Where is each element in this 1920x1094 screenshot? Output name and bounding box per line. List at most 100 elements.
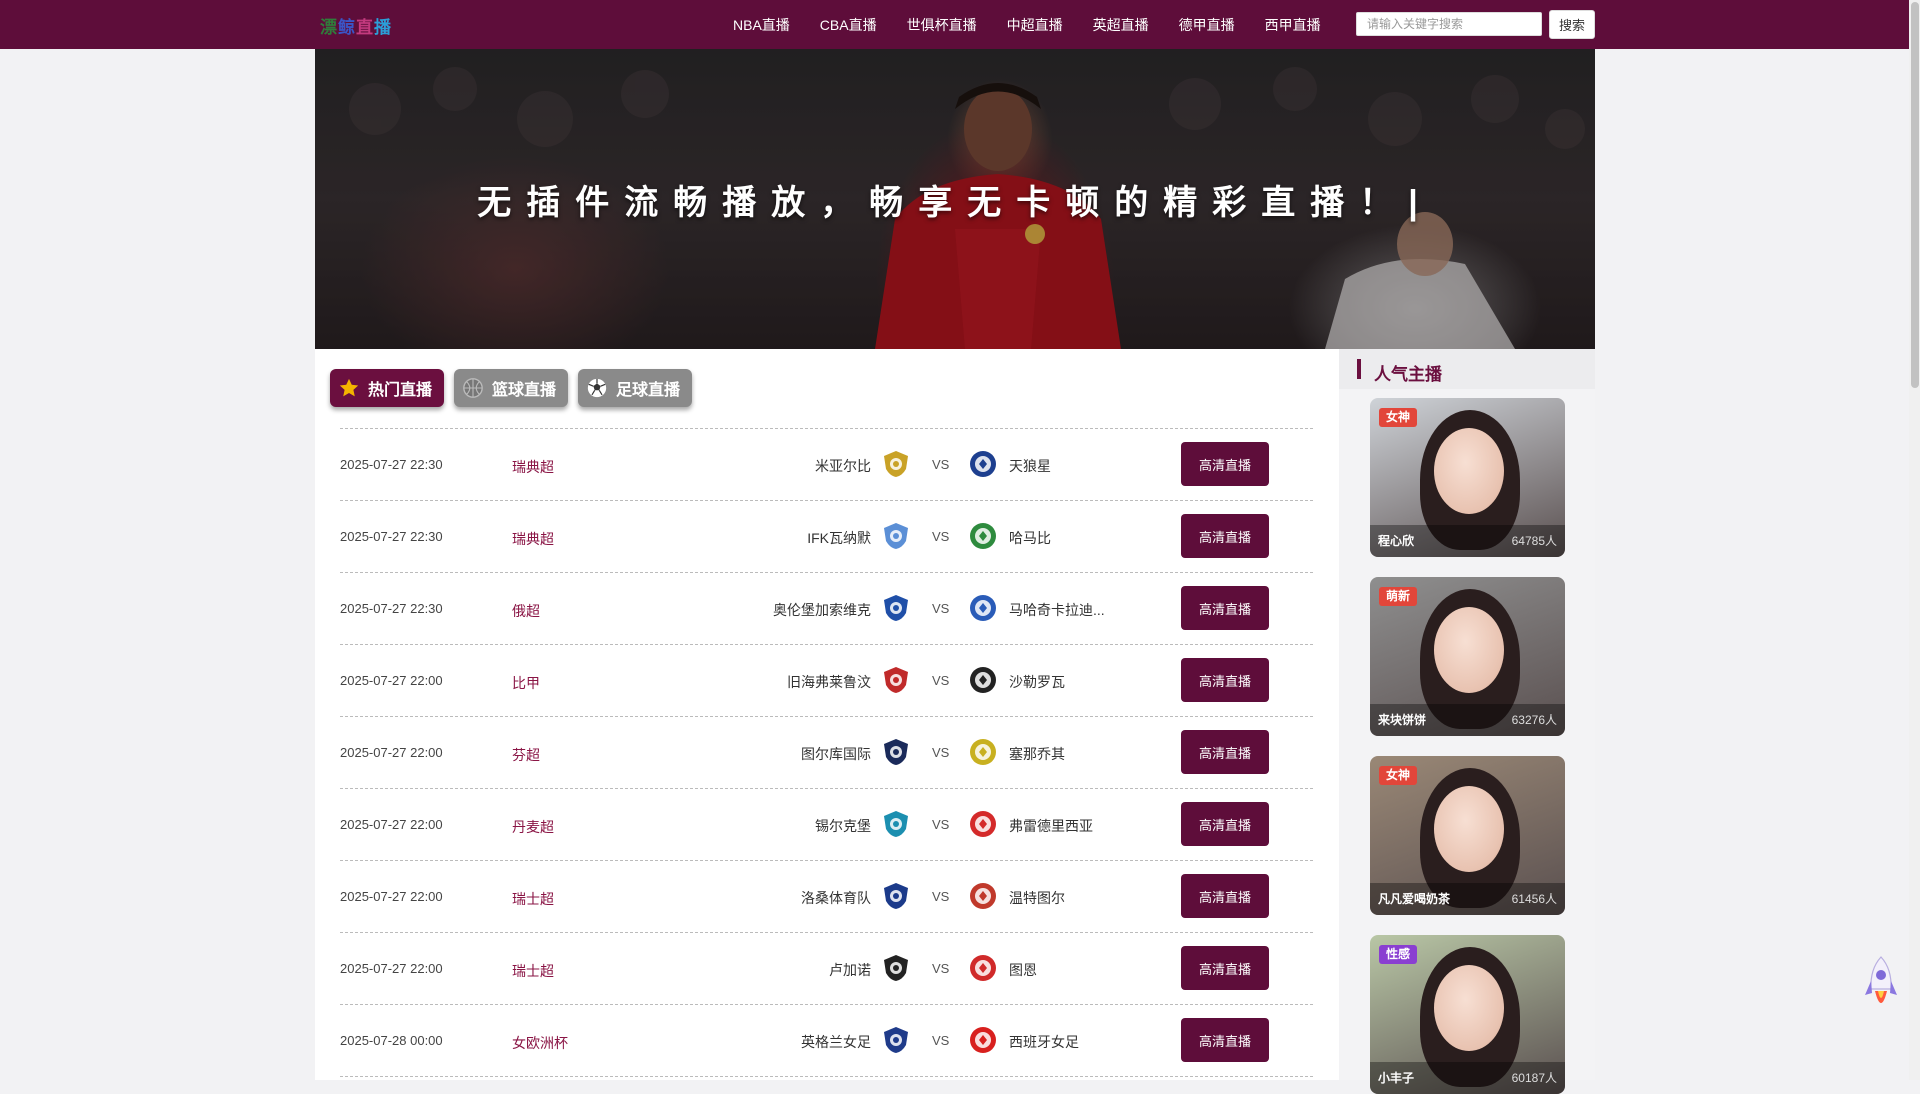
away-team-name: 马哈奇卡拉迪... [1009,602,1105,618]
soccer-ball-icon [586,377,608,399]
search-button[interactable]: 搜索 [1549,10,1595,39]
away-team-name: 图恩 [1009,962,1037,978]
away-team-logo-icon [968,593,998,623]
match-row: 2025-07-27 22:30 瑞典超 米亚尔比 VS 天狼星 高清直播 [340,428,1313,500]
anchor-photo [1434,786,1504,872]
anchor-name: 来块饼饼 [1378,713,1427,727]
hd-live-button[interactable]: 高清直播 [1181,658,1269,702]
nav-cba[interactable]: CBA直播 [820,15,877,35]
page-scrollbar-thumb[interactable] [1911,2,1919,388]
main-nav: NBA直播 CBA直播 世俱杯直播 中超直播 英超直播 德甲直播 西甲直播 [733,0,1351,49]
match-time: 2025-07-27 22:00 [340,961,443,976]
home-team-logo-icon [881,737,911,767]
match-time: 2025-07-27 22:30 [340,529,443,544]
versus-label: VS [932,673,950,688]
star-icon [338,377,360,399]
away-team-logo-icon [968,881,998,911]
versus-label: VS [932,961,950,976]
match-time: 2025-07-27 22:30 [340,601,443,616]
basketball-icon [462,377,484,399]
anchor-card[interactable]: 女神凡凡爱喝奶茶 61456人 [1370,756,1565,915]
sidebar-header: 人气主播 [1339,349,1595,389]
match-league[interactable]: 芬超 [512,745,540,765]
nav-club-world-cup[interactable]: 世俱杯直播 [907,15,977,35]
anchor-name: 小丰子 [1378,1071,1415,1085]
versus-label: VS [932,889,950,904]
away-team-name: 塞那乔其 [1009,746,1065,762]
match-league[interactable]: 瑞典超 [512,457,554,477]
anchor-viewer-count: 60187人 [1511,1071,1557,1085]
away-team-logo-icon [968,809,998,839]
popular-anchors-sidebar: 人气主播 女神 程心欣 64785人 萌新 来块饼饼 63276人女神凡凡爱喝奶茶 6145… [1339,349,1595,1094]
match-league[interactable]: 瑞士超 [512,961,554,981]
tab-label: 热门直播 [368,382,433,399]
hd-live-button[interactable]: 高清直播 [1181,1018,1269,1062]
home-team-logo-icon [881,809,911,839]
home-team-name: 洛桑体育队 [801,890,871,906]
anchor-photo [1434,428,1504,514]
away-team-name: 哈马比 [1009,530,1051,546]
anchor-name: 凡凡爱喝奶茶 [1378,892,1451,906]
home-team-logo-icon [881,881,911,911]
away-team-name: 西班牙女足 [1009,1034,1079,1050]
hd-live-button[interactable]: 高清直播 [1181,946,1269,990]
logo-char: 鲸 [338,18,356,37]
match-league[interactable]: 丹麦超 [512,817,554,837]
match-time: 2025-07-27 22:00 [340,673,443,688]
nav-premier-league[interactable]: 英超直播 [1093,15,1149,35]
home-team-name: 图尔库国际 [801,746,871,762]
hd-live-button[interactable]: 高清直播 [1181,514,1269,558]
home-team-logo-icon [881,953,911,983]
anchor-card[interactable]: 性感小丰子 60187人 [1370,935,1565,1094]
anchor-badge: 性感 [1379,945,1418,964]
home-team-name: 米亚尔比 [815,458,871,474]
versus-label: VS [932,1033,950,1048]
match-row: 2025-07-27 22:00 瑞士超 卢加诺 VS 图恩 高清直播 [340,932,1313,1004]
match-time: 2025-07-27 22:30 [340,457,443,472]
versus-label: VS [932,745,950,760]
nav-bundesliga[interactable]: 德甲直播 [1179,15,1235,35]
match-row: 2025-07-27 22:30 俄超 奥伦堡加索维克 VS 马哈奇卡拉迪... 高清直播 [340,572,1313,644]
match-row: 2025-07-28 00:00 女欧洲杯 英格兰女足 VS 西班牙女足 高清直播 [340,1004,1313,1077]
nav-nba[interactable]: NBA直播 [733,15,790,35]
away-team-name: 温特图尔 [1009,890,1065,906]
hd-live-button[interactable]: 高清直播 [1181,802,1269,846]
versus-label: VS [932,529,950,544]
anchor-badge: 女神 [1379,766,1418,785]
anchor-viewer-count: 64785人 [1511,534,1557,548]
anchor-card[interactable]: 女神 程心欣 64785人 [1370,398,1565,557]
match-league[interactable]: 俄超 [512,601,540,621]
sidebar-title: 人气主播 [1374,365,1442,384]
away-team-logo-icon [968,665,998,695]
tab-hot-live[interactable]: 热门直播 [330,369,445,407]
versus-label: VS [932,601,950,616]
nav-csl[interactable]: 中超直播 [1007,15,1063,35]
home-team-logo-icon [881,521,911,551]
match-league[interactable]: 瑞典超 [512,529,554,549]
hd-live-button[interactable]: 高清直播 [1181,730,1269,774]
home-team-logo-icon [881,1025,911,1055]
away-team-logo-icon [968,449,998,479]
match-time: 2025-07-27 22:00 [340,889,443,904]
match-league[interactable]: 瑞士超 [512,889,554,909]
back-to-top-rocket-icon[interactable] [1864,955,1898,1017]
site-logo[interactable]: 漂鲸直播 [320,13,392,37]
away-team-logo-icon [968,521,998,551]
hd-live-button[interactable]: 高清直播 [1181,586,1269,630]
banner-slogan: 无插件流畅播放，畅享无卡顿的精彩直播！| [477,184,1433,222]
match-league[interactable]: 比甲 [512,673,540,693]
nav-laliga[interactable]: 西甲直播 [1265,15,1321,35]
anchor-card[interactable]: 萌新 来块饼饼 63276人 [1370,577,1565,736]
home-team-name: 奥伦堡加索维克 [773,602,871,618]
home-team-logo-icon [881,665,911,695]
tab-soccer-live[interactable]: 足球直播 [578,369,693,407]
away-team-name: 天狼星 [1009,458,1051,474]
hd-live-button[interactable]: 高清直播 [1181,442,1269,486]
tab-basketball-live[interactable]: 篮球直播 [454,369,569,407]
anchor-viewer-count: 61456人 [1511,892,1557,906]
search-input[interactable] [1356,12,1542,36]
match-time: 2025-07-27 22:00 [340,745,443,760]
hd-live-button[interactable]: 高清直播 [1181,874,1269,918]
top-nav-bar: 漂鲸直播 NBA直播 CBA直播 世俱杯直播 中超直播 英超直播 德甲直播 西甲… [0,0,1920,49]
match-league[interactable]: 女欧洲杯 [512,1033,568,1053]
